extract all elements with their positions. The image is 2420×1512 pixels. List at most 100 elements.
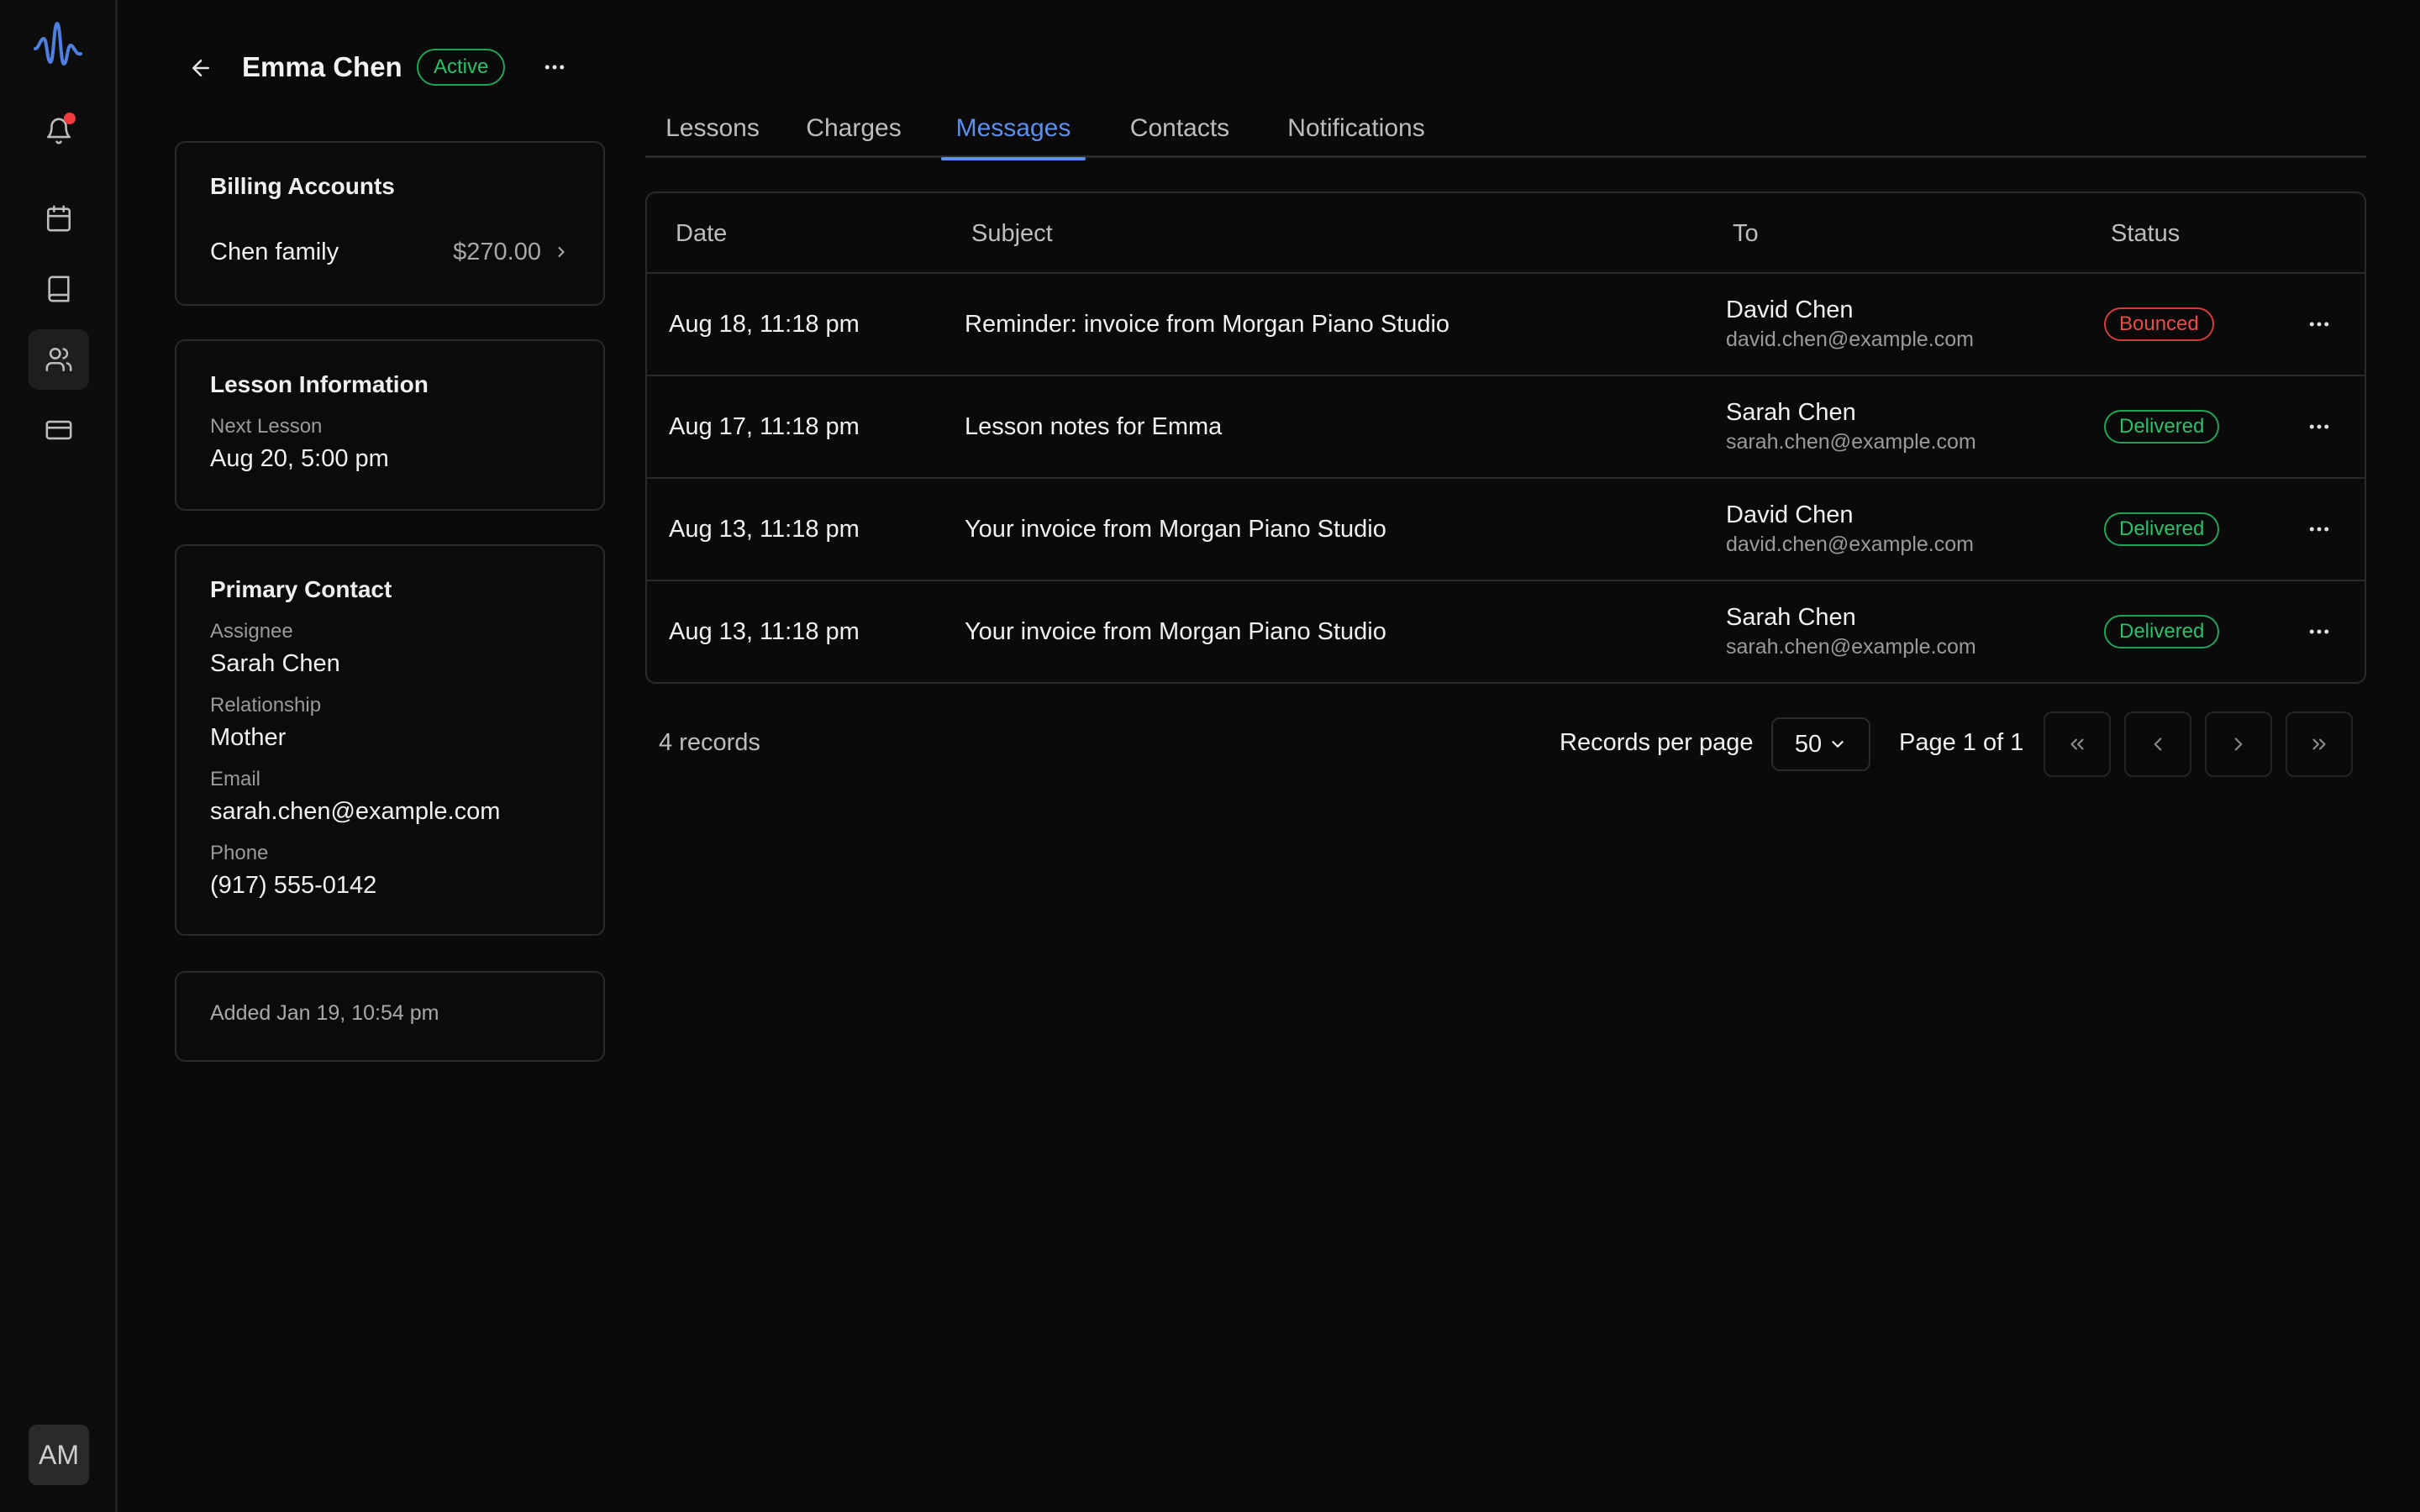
added-date: Added Jan 19, 10:54 pm bbox=[210, 1001, 439, 1025]
sidebar-item-students[interactable] bbox=[29, 329, 89, 390]
recipient-email: sarah.chen@example.com bbox=[1726, 635, 1976, 659]
recipient-email: sarah.chen@example.com bbox=[1726, 430, 1976, 454]
row-status: Bounced bbox=[2104, 274, 2214, 375]
users-icon bbox=[45, 347, 72, 372]
phone-label: Phone bbox=[210, 842, 269, 864]
page-indicator: Page 1 of 1 bbox=[1899, 729, 2024, 756]
phone-value[interactable]: (917) 555-0142 bbox=[210, 872, 376, 900]
lesson-information-title: Lesson Information bbox=[210, 371, 429, 397]
credit-card-icon bbox=[45, 420, 72, 440]
previous-page-button[interactable] bbox=[2124, 711, 2191, 777]
row-subject: Your invoice from Morgan Piano Studio bbox=[965, 617, 1386, 645]
chevron-down-icon bbox=[1832, 741, 1844, 748]
table-header: Date Subject To Status bbox=[647, 193, 2365, 274]
last-page-button[interactable] bbox=[2286, 711, 2353, 777]
assignee-value: Sarah Chen bbox=[210, 650, 340, 677]
email-value[interactable]: sarah.chen@example.com bbox=[210, 798, 500, 826]
sidebar-item-notifications[interactable] bbox=[29, 101, 89, 161]
row-date: Aug 17, 11:18 pm bbox=[669, 412, 860, 440]
billing-accounts-card: Billing Accounts Chen family $270.00 bbox=[175, 141, 605, 306]
next-lesson-label: Next Lesson bbox=[210, 415, 323, 438]
book-icon bbox=[48, 276, 70, 302]
table-row[interactable]: Aug 13, 11:18 pm Your invoice from Morga… bbox=[647, 479, 2365, 581]
row-status: Delivered bbox=[2104, 581, 2220, 682]
avatar-initials: AM bbox=[39, 1439, 79, 1470]
billing-account-amount: $270.00 bbox=[453, 239, 570, 266]
column-status[interactable]: Status bbox=[2111, 193, 2180, 274]
page-title: Emma Chen bbox=[242, 51, 402, 82]
table-row[interactable]: Aug 13, 11:18 pm Your invoice from Morga… bbox=[647, 581, 2365, 682]
primary-contact-card: Primary Contact Assignee Sarah Chen Rela… bbox=[175, 544, 605, 936]
records-per-page-select[interactable]: 50 bbox=[1771, 717, 1870, 771]
tab-contacts[interactable]: Contacts bbox=[1118, 111, 1242, 158]
next-lesson-value: Aug 20, 5:00 pm bbox=[210, 445, 389, 472]
chevrons-right-icon bbox=[2312, 738, 2326, 750]
row-subject: Your invoice from Morgan Piano Studio bbox=[965, 515, 1386, 543]
chevrons-left-icon bbox=[2070, 738, 2084, 750]
row-more-button[interactable] bbox=[2302, 307, 2336, 341]
status-badge-delivered: Delivered bbox=[2104, 615, 2220, 648]
status-badge-delivered: Delivered bbox=[2104, 512, 2220, 546]
row-recipient: Sarah Chen sarah.chen@example.com bbox=[1726, 376, 1976, 477]
billing-amount-value: $270.00 bbox=[453, 238, 541, 265]
column-subject[interactable]: Subject bbox=[971, 193, 1053, 274]
back-button[interactable] bbox=[183, 50, 218, 86]
more-horizontal-icon bbox=[2309, 424, 2329, 429]
app-root: AM Emma Chen Active Billing Accounts Che… bbox=[0, 0, 2420, 1512]
avatar[interactable]: AM bbox=[29, 1425, 89, 1485]
records-per-page-value: 50 bbox=[1794, 730, 1823, 758]
more-horizontal-icon bbox=[544, 65, 565, 70]
relationship-label: Relationship bbox=[210, 694, 322, 717]
tab-notifications[interactable]: Notifications bbox=[1272, 111, 1440, 158]
table-row[interactable]: Aug 18, 11:18 pm Reminder: invoice from … bbox=[647, 274, 2365, 376]
logo-icon[interactable] bbox=[29, 15, 89, 74]
sidebar-item-billing[interactable] bbox=[29, 400, 89, 460]
status-badge-bounced: Bounced bbox=[2104, 307, 2214, 341]
recipient-email: david.chen@example.com bbox=[1726, 533, 1974, 556]
row-recipient: Sarah Chen sarah.chen@example.com bbox=[1726, 581, 1976, 682]
chevron-right-icon bbox=[2234, 738, 2243, 751]
first-page-button[interactable] bbox=[2044, 711, 2111, 777]
recipient-email: david.chen@example.com bbox=[1726, 328, 1974, 351]
billing-account-name: Chen family bbox=[210, 238, 339, 265]
row-status: Delivered bbox=[2104, 376, 2220, 477]
notification-dot bbox=[64, 113, 76, 124]
added-card: Added Jan 19, 10:54 pm bbox=[175, 971, 605, 1062]
more-horizontal-icon bbox=[2309, 322, 2329, 327]
billing-account-row[interactable]: Chen family $270.00 bbox=[210, 235, 570, 269]
primary-contact-title: Primary Contact bbox=[210, 576, 392, 602]
row-date: Aug 18, 11:18 pm bbox=[669, 310, 860, 338]
recipient-name: David Chen bbox=[1726, 297, 1854, 323]
column-date[interactable]: Date bbox=[676, 193, 727, 274]
calendar-icon bbox=[46, 205, 71, 232]
sidebar-item-calendar[interactable] bbox=[29, 188, 89, 249]
chevron-left-icon bbox=[2154, 738, 2162, 751]
recipient-name: Sarah Chen bbox=[1726, 399, 1856, 426]
column-to[interactable]: To bbox=[1733, 193, 1759, 274]
sidebar-item-lessons[interactable] bbox=[29, 259, 89, 319]
table-row[interactable]: Aug 17, 11:18 pm Lesson notes for Emma S… bbox=[647, 376, 2365, 479]
status-badge: Active bbox=[417, 49, 506, 86]
next-page-button[interactable] bbox=[2205, 711, 2272, 777]
recipient-name: David Chen bbox=[1726, 501, 1854, 528]
more-horizontal-icon bbox=[2309, 527, 2329, 532]
recipient-name: Sarah Chen bbox=[1726, 604, 1856, 631]
tab-lessons[interactable]: Lessons bbox=[659, 111, 766, 158]
row-date: Aug 13, 11:18 pm bbox=[669, 515, 860, 543]
assignee-label: Assignee bbox=[210, 620, 293, 643]
chevron-right-icon bbox=[558, 246, 565, 258]
row-subject: Reminder: invoice from Morgan Piano Stud… bbox=[965, 310, 1450, 338]
row-more-button[interactable] bbox=[2302, 615, 2336, 648]
row-more-button[interactable] bbox=[2302, 512, 2336, 546]
tab-charges[interactable]: Charges bbox=[797, 111, 911, 158]
arrow-left-icon bbox=[192, 60, 209, 76]
row-recipient: David Chen david.chen@example.com bbox=[1726, 479, 1974, 580]
billing-accounts-title: Billing Accounts bbox=[210, 173, 395, 199]
row-more-button[interactable] bbox=[2302, 410, 2336, 444]
header-more-button[interactable] bbox=[538, 52, 571, 82]
relationship-value: Mother bbox=[210, 724, 287, 751]
lesson-information-card: Lesson Information Next Lesson Aug 20, 5… bbox=[175, 339, 605, 511]
tab-messages[interactable]: Messages bbox=[941, 111, 1086, 160]
messages-table: Date Subject To Status Aug 18, 11:18 pm … bbox=[645, 192, 2366, 684]
tab-bar: Lessons Charges Messages Contacts Notifi… bbox=[645, 111, 2366, 160]
